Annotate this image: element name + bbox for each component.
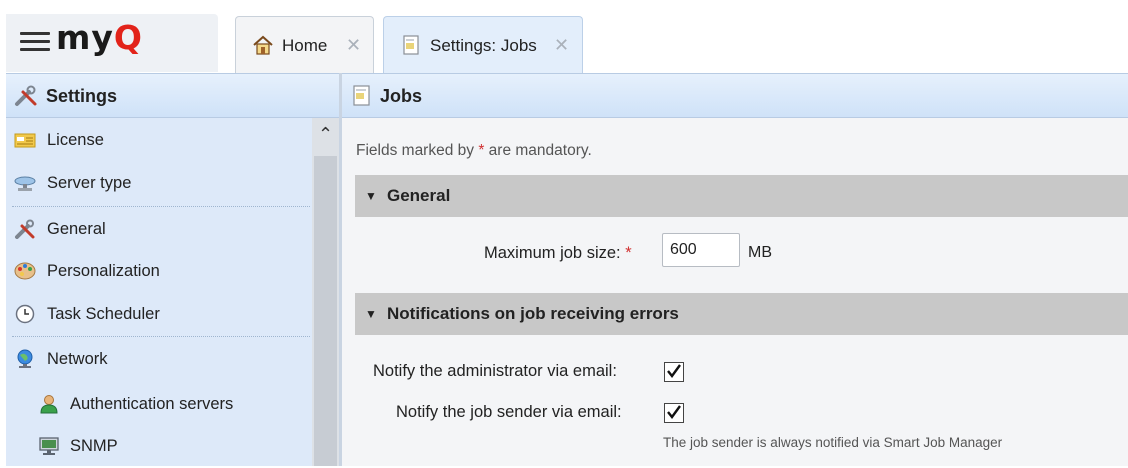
- hamburger-menu-icon[interactable]: [20, 30, 50, 52]
- content-header: Jobs: [342, 73, 1128, 118]
- section-general-header[interactable]: ▼ General: [355, 175, 1128, 217]
- sidebar-item-authentication-servers[interactable]: Authentication servers: [6, 383, 312, 426]
- tab-home-close-icon[interactable]: ✕: [346, 17, 361, 74]
- sidebar-item-license[interactable]: License: [6, 119, 312, 162]
- sidebar-separator: [12, 206, 310, 207]
- settings-content: Jobs Fields marked by * are mandatory. ▼…: [342, 73, 1128, 466]
- notify-sender-checkbox[interactable]: [664, 403, 684, 423]
- server-type-icon: [14, 176, 36, 191]
- notify-admin-label: Notify the administrator via email:: [373, 362, 617, 380]
- sidebar-item-label: License: [47, 131, 104, 149]
- home-icon: [253, 35, 273, 55]
- myq-logo: myQ: [56, 18, 143, 57]
- sidebar-item-label: Server type: [47, 174, 132, 192]
- scroll-up-icon[interactable]: ⌃: [312, 124, 339, 148]
- document-icon: [353, 85, 370, 106]
- sidebar-item-label: SNMP: [70, 437, 118, 455]
- sidebar-item-general[interactable]: General: [6, 208, 312, 251]
- tab-home[interactable]: Home ✕: [235, 16, 374, 73]
- collapse-caret-icon: ▼: [365, 189, 377, 203]
- notify-admin-checkbox[interactable]: [664, 362, 684, 382]
- notify-sender-hint: The job sender is always notified via Sm…: [663, 435, 1003, 450]
- sidebar-list: License Server type General Personalizat…: [6, 118, 312, 466]
- tab-settings-jobs[interactable]: Settings: Jobs ✕: [383, 16, 583, 73]
- top-bar: myQ Home ✕ Settings: Jobs ✕: [0, 0, 1128, 73]
- globe-icon: [17, 349, 33, 368]
- monitor-icon: [39, 437, 59, 455]
- sidebar-item-personalization[interactable]: Personalization: [6, 250, 312, 293]
- sidebar-item-label: Personalization: [47, 262, 160, 280]
- max-job-size-input[interactable]: [662, 233, 740, 267]
- sidebar-title: Settings: [46, 86, 118, 106]
- content-body: Fields marked by * are mandatory. ▼ Gene…: [342, 118, 1128, 466]
- max-job-size-unit: MB: [748, 244, 772, 261]
- document-icon: [403, 35, 419, 55]
- mandatory-note: Fields marked by * are mandatory.: [356, 142, 592, 159]
- settings-sidebar: Settings License Server type General Per…: [6, 73, 339, 466]
- clock-icon: [15, 304, 35, 324]
- tools-icon: [15, 85, 37, 106]
- license-icon: [14, 133, 36, 148]
- sidebar-separator: [12, 336, 310, 337]
- tools-icon: [15, 219, 35, 239]
- palette-icon: [14, 262, 36, 280]
- tab-home-label: Home: [282, 36, 328, 55]
- sidebar-item-label: Authentication servers: [70, 395, 234, 413]
- section-title: Notifications on job receiving errors: [387, 304, 679, 323]
- sidebar-item-label: General: [47, 220, 106, 238]
- sidebar-item-label: Network: [47, 350, 108, 368]
- collapse-caret-icon: ▼: [365, 307, 377, 321]
- scrollbar-thumb[interactable]: [314, 156, 337, 466]
- sidebar-header: Settings: [6, 73, 339, 118]
- page-title: Jobs: [380, 86, 423, 106]
- section-title: General: [387, 186, 451, 205]
- user-icon: [40, 395, 58, 414]
- sidebar-item-server-type[interactable]: Server type: [6, 162, 312, 205]
- checkmark-icon: [667, 364, 681, 378]
- checkmark-icon: [667, 405, 681, 419]
- sidebar-item-task-scheduler[interactable]: Task Scheduler: [6, 293, 312, 336]
- sidebar-item-label: Task Scheduler: [47, 305, 160, 323]
- notify-sender-label: Notify the job sender via email:: [396, 403, 622, 421]
- max-job-size-label: Maximum job size: *: [484, 244, 632, 262]
- tab-settings-jobs-close-icon[interactable]: ✕: [554, 17, 569, 74]
- section-notifications-header[interactable]: ▼ Notifications on job receiving errors: [355, 293, 1128, 335]
- tab-settings-jobs-label: Settings: Jobs: [430, 36, 537, 55]
- brand-area: myQ: [6, 14, 218, 72]
- sidebar-scrollbar[interactable]: ⌃: [312, 118, 339, 466]
- sidebar-item-snmp[interactable]: SNMP: [6, 425, 312, 468]
- sidebar-item-network[interactable]: Network: [6, 338, 312, 381]
